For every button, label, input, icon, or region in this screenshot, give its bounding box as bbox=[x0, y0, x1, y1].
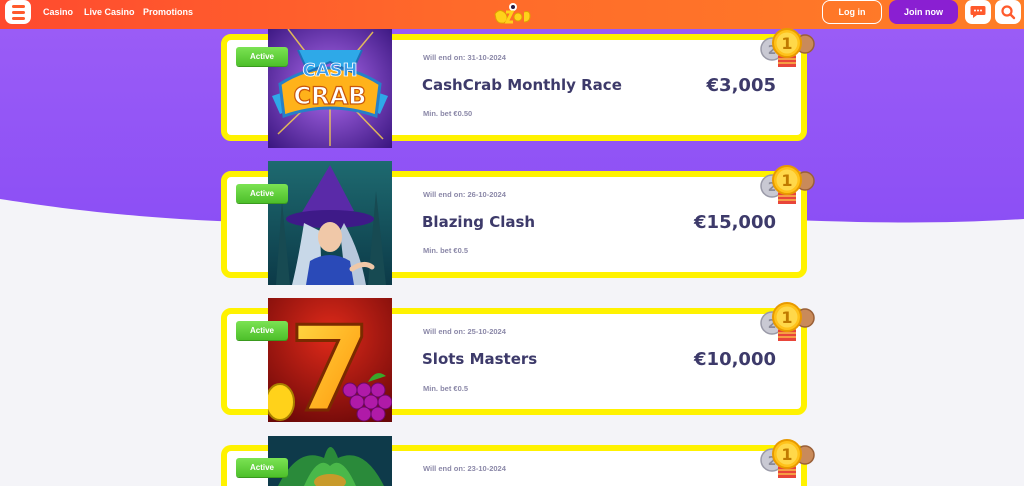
medal-icon: 2 1 bbox=[760, 28, 815, 67]
tournament-title[interactable]: CashCrab Monthly Race bbox=[422, 76, 622, 94]
end-date: Will end on: 23-10-2024 bbox=[423, 464, 506, 473]
prize-amount: €15,000 bbox=[694, 212, 776, 233]
menu-button[interactable] bbox=[5, 0, 31, 24]
site-logo[interactable] bbox=[492, 2, 534, 26]
svg-text:1: 1 bbox=[781, 445, 792, 464]
prize-amount: €10,000 bbox=[694, 349, 776, 370]
nav-promotions[interactable]: Promotions bbox=[143, 7, 193, 17]
min-bet: Min. bet €0.50 bbox=[423, 109, 473, 118]
medal-icon: 2 1 bbox=[760, 302, 815, 341]
status-badge: Active bbox=[236, 47, 288, 66]
chat-button[interactable] bbox=[965, 0, 991, 24]
end-date: Will end on: 26-10-2024 bbox=[423, 190, 506, 199]
game-thumbnail-cashcrab[interactable]: CASH CRAB bbox=[268, 24, 392, 148]
top-header: Casino Live Casino Promotions Log in Joi… bbox=[0, 0, 1024, 29]
nav-casino[interactable]: Casino bbox=[43, 7, 73, 17]
prize-amount: €3,005 bbox=[706, 75, 776, 96]
end-date: Will end on: 31-10-2024 bbox=[423, 53, 506, 62]
tournament-title[interactable]: Blazing Clash bbox=[422, 213, 535, 231]
search-icon bbox=[1001, 5, 1016, 20]
chat-icon bbox=[970, 6, 986, 18]
game-thumbnail-blazing-clash[interactable] bbox=[268, 161, 392, 285]
tournament-title[interactable]: Slots Masters bbox=[422, 350, 537, 368]
medal-icon: 2 1 bbox=[760, 165, 815, 204]
join-now-button[interactable]: Join now bbox=[889, 0, 958, 24]
svg-text:CRAB: CRAB bbox=[294, 82, 367, 110]
status-badge: Active bbox=[236, 458, 288, 477]
min-bet: Min. bet €0.5 bbox=[423, 246, 469, 255]
min-bet: Min. bet €0.5 bbox=[423, 384, 469, 393]
game-thumbnail-slots-masters[interactable]: 7 bbox=[268, 298, 392, 422]
nav-live-casino[interactable]: Live Casino bbox=[84, 7, 135, 17]
menu-icon bbox=[11, 4, 25, 8]
end-date: Will end on: 25-10-2024 bbox=[423, 327, 506, 336]
svg-text:1: 1 bbox=[781, 171, 792, 190]
status-badge: Active bbox=[236, 184, 288, 203]
login-button[interactable]: Log in bbox=[822, 0, 882, 24]
status-badge: Active bbox=[236, 321, 288, 340]
search-button[interactable] bbox=[995, 0, 1021, 24]
svg-text:CASH: CASH bbox=[302, 60, 357, 81]
svg-text:1: 1 bbox=[781, 308, 792, 327]
medal-icon: 2 1 bbox=[760, 439, 815, 478]
svg-text:1: 1 bbox=[781, 34, 792, 53]
